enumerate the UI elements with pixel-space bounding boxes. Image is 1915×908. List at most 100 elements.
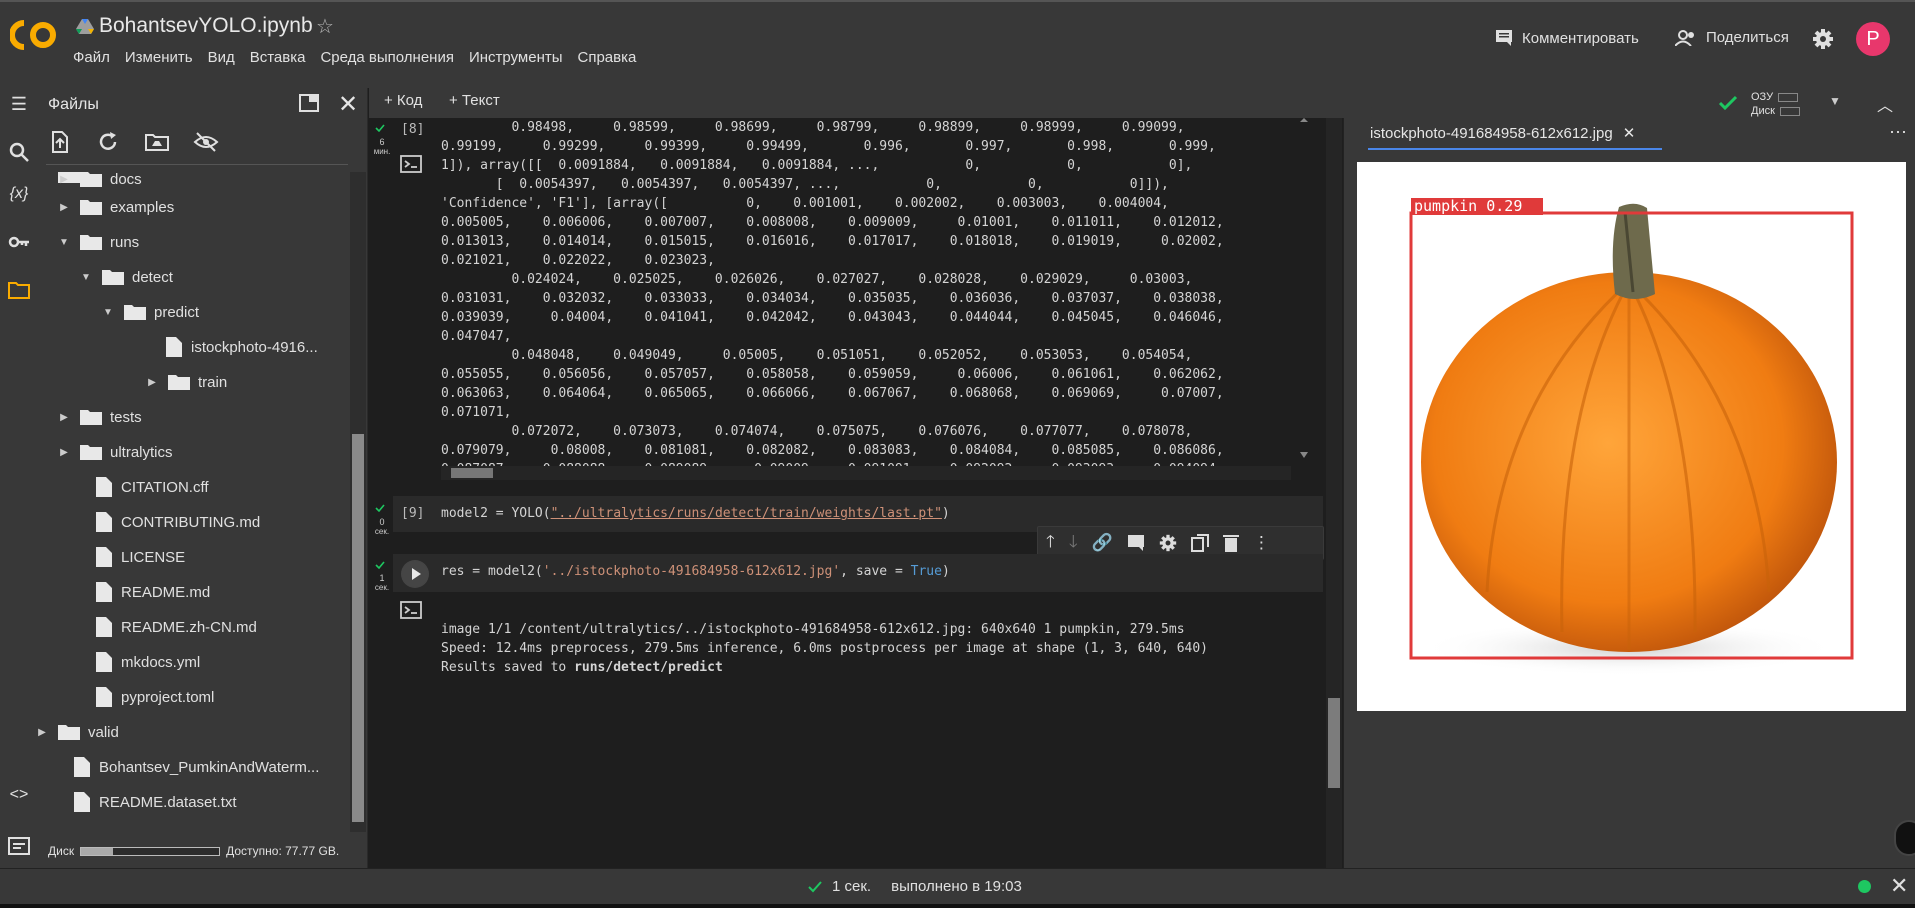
tree-item-predict[interactable]: ▼ predict	[102, 297, 199, 327]
status-bar: 1 сек. выполнено в 19:03 ✕	[0, 868, 1915, 904]
menu-insert[interactable]: Вставка	[250, 49, 306, 66]
notebook-scrollbar[interactable]	[1326, 118, 1342, 868]
output-line: 'Confidence', 'F1'], [array([ 0, 0.00100…	[441, 196, 1169, 211]
key-icon[interactable]	[7, 230, 31, 254]
tree-item-valid[interactable]: ▶ valid	[38, 717, 119, 747]
tree-item-ultralytics[interactable]: ▶ ultralytics	[58, 437, 172, 467]
tree-item-examples[interactable]: ▶ examples	[58, 192, 174, 222]
chevron-up-icon[interactable]: ︿	[1877, 92, 1893, 116]
tree-item-image-file[interactable]: istockphoto-4916...	[166, 332, 318, 362]
tree-item-zip[interactable]: Bohantsev_PumkinAndWaterm...	[74, 752, 319, 782]
tree-item-readme[interactable]: README.md	[96, 577, 210, 607]
more-vert-icon[interactable]: ⋮	[1253, 533, 1270, 553]
mount-drive-icon[interactable]	[144, 130, 170, 154]
tree-item-mkdocs[interactable]: mkdocs.yml	[96, 647, 200, 677]
scroll-thumb[interactable]	[451, 468, 493, 478]
status-completed: выполнено в 19:03	[891, 878, 1022, 895]
connection-status-dot	[1858, 880, 1871, 893]
resource-monitor[interactable]: ОЗУ Диск	[1751, 90, 1800, 118]
tree-item-readme-zh[interactable]: README.zh-CN.md	[96, 612, 257, 642]
search-icon[interactable]	[7, 140, 31, 164]
tree-item-detect[interactable]: ▼ detect	[80, 262, 173, 292]
file-tree: .. ▶ docs ▶ examples ▼ runs ▼ detect ▼ p…	[38, 172, 348, 836]
colab-logo[interactable]	[10, 16, 58, 54]
folder-icon	[80, 445, 102, 460]
output-clear-icon[interactable]	[399, 600, 423, 620]
menu-edit[interactable]: Изменить	[125, 49, 193, 66]
viewer-tab[interactable]: istockphoto-491684958-612x612.jpg ✕	[1370, 124, 1636, 143]
side-toggle-button[interactable]	[1894, 820, 1915, 856]
menu-help[interactable]: Справка	[578, 49, 637, 66]
share-button[interactable]: Поделиться	[1675, 29, 1789, 46]
file-icon	[96, 512, 112, 532]
comment-button[interactable]: Комментировать	[1495, 29, 1639, 47]
tree-item-docs[interactable]: ▶ docs	[58, 172, 142, 194]
file-icon	[96, 652, 112, 672]
folder-icon[interactable]	[7, 278, 31, 302]
star-icon[interactable]: ☆	[316, 14, 334, 39]
close-icon[interactable]: ✕	[1890, 873, 1908, 899]
cell9-code[interactable]: model2 = YOLO("../ultralytics/runs/detec…	[441, 506, 950, 521]
run-cell-button[interactable]	[401, 560, 429, 588]
gear-icon[interactable]	[1159, 534, 1177, 552]
comment-icon[interactable]	[1127, 534, 1145, 552]
comment-label: Комментировать	[1522, 29, 1639, 47]
upload-icon[interactable]	[48, 130, 72, 154]
pumpkin-image	[1409, 198, 1854, 676]
scroll-thumb[interactable]	[1328, 698, 1340, 788]
variables-icon[interactable]: {x}	[7, 185, 31, 209]
tree-item-tests[interactable]: ▶ tests	[58, 402, 142, 432]
gear-icon[interactable]	[1812, 28, 1834, 50]
toc-icon[interactable]: ☰	[7, 94, 31, 118]
link-icon[interactable]: 🔗	[1092, 533, 1113, 553]
time-unit: сек.	[374, 583, 390, 592]
menu-tools[interactable]: Инструменты	[469, 49, 563, 66]
menu-view[interactable]: Вид	[208, 49, 235, 66]
hidden-files-icon[interactable]	[193, 130, 219, 154]
notebook-title[interactable]: BohantsevYOLO.ipynb	[99, 14, 313, 38]
output-line: 1]), array([[ 0.0091884, 0.0091884, 0.00…	[441, 158, 1193, 173]
code-string: '../istockphoto-491684958-612x612.jpg'	[542, 564, 841, 579]
mirror-cell-icon[interactable]	[1190, 534, 1209, 552]
output-scrollbar[interactable]	[1297, 118, 1311, 464]
output-line: 0.021021, 0.022022, 0.023023,	[441, 253, 715, 268]
menu-file[interactable]: Файл	[73, 49, 110, 66]
refresh-icon[interactable]	[96, 130, 120, 154]
output-horizontal-scrollbar[interactable]	[441, 466, 1291, 480]
tree-item-label: train	[198, 373, 228, 391]
output-clear-icon[interactable]	[399, 154, 423, 174]
open-in-tab-icon[interactable]	[298, 92, 320, 114]
add-text-button[interactable]: + Текст	[449, 92, 500, 109]
caret-right-icon: ▶	[60, 411, 68, 423]
files-scrollbar[interactable]	[350, 172, 366, 832]
tree-item-license[interactable]: LICENSE	[96, 542, 185, 572]
close-icon[interactable]: ✕	[1623, 124, 1636, 142]
cell10-code[interactable]: res = model2('../istockphoto-491684958-6…	[441, 564, 950, 579]
close-icon[interactable]: ✕	[338, 90, 358, 119]
disk-available: Доступно: 77.77 GB.	[226, 844, 340, 858]
file-icon	[166, 337, 182, 357]
terminal-icon[interactable]	[7, 834, 31, 858]
add-code-button[interactable]: + Код	[384, 92, 422, 109]
chevron-down-icon[interactable]: ▼	[1829, 94, 1841, 108]
tree-item-citation[interactable]: CITATION.cff	[96, 472, 209, 502]
tree-item-runs[interactable]: ▼ runs	[58, 227, 139, 257]
tree-item-label: Bohantsev_PumkinAndWaterm...	[99, 758, 320, 776]
time-value: 0	[379, 517, 385, 527]
delete-icon[interactable]	[1222, 534, 1239, 552]
menu-runtime[interactable]: Среда выполнения	[320, 49, 454, 66]
tree-item-contributing[interactable]: CONTRIBUTING.md	[96, 507, 260, 537]
tree-item-train[interactable]: ▶ train	[146, 367, 227, 397]
cell8-output: 0.98498, 0.98599, 0.98699, 0.98799, 0.98…	[441, 118, 1291, 468]
output-line: 0.99199, 0.99299, 0.99399, 0.99499, 0.99…	[441, 139, 1216, 154]
scroll-thumb[interactable]	[352, 434, 364, 822]
code-snippets-icon[interactable]: <>	[7, 786, 31, 810]
code-text: res = model2(	[441, 564, 543, 579]
tree-item-readme-dataset[interactable]: README.dataset.txt	[74, 787, 237, 817]
saved-path: runs/detect/predict	[574, 660, 723, 675]
tree-item-pyproject[interactable]: pyproject.toml	[96, 682, 214, 712]
caret-right-icon: ▶	[148, 376, 156, 388]
more-horiz-icon[interactable]: ⋯	[1889, 122, 1907, 143]
avatar[interactable]: P	[1856, 22, 1890, 56]
code-text: )	[941, 564, 950, 579]
